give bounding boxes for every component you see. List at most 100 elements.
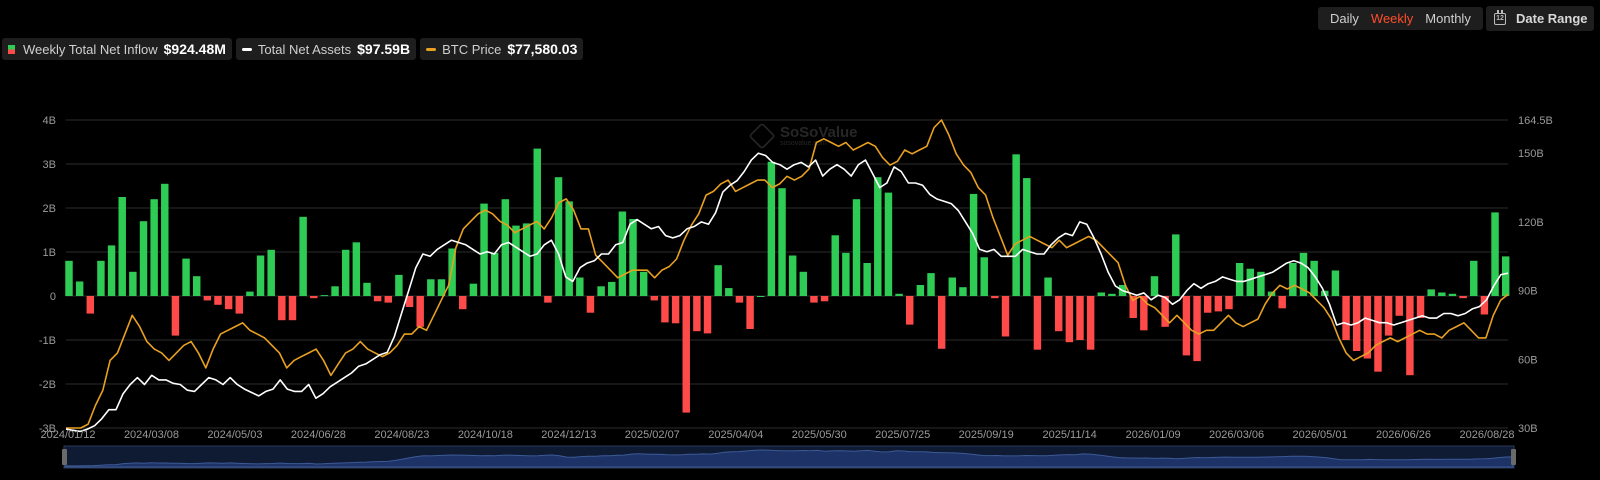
y-left-tick-label: 1B: [43, 247, 56, 259]
inflow-bar: [1033, 296, 1042, 350]
inflow-bar: [820, 296, 829, 302]
inflow-bar: [1448, 293, 1457, 296]
y-left-tick-label: 0: [50, 291, 56, 303]
inflow-bar: [948, 277, 957, 296]
inflow-bar: [852, 199, 861, 296]
inflow-bar: [459, 296, 467, 310]
x-tick-label: 2025/11/14: [1043, 429, 1097, 441]
inflow-bar: [267, 249, 275, 296]
inflow-bar: [373, 296, 382, 302]
inflow-bar: [1012, 154, 1020, 296]
inflow-bar: [1108, 293, 1116, 296]
inflow-bar: [544, 296, 552, 303]
inflow-bar: [1097, 292, 1106, 296]
inflow-bar: [597, 286, 605, 296]
inflow-bar: [618, 211, 627, 296]
inflow-bar: [224, 296, 233, 310]
inflow-bar: [86, 296, 95, 314]
y-right-tick-label: 150B: [1518, 148, 1544, 160]
inflow-bar: [192, 276, 201, 296]
inflow-bar: [799, 271, 808, 296]
inflow-bar: [310, 296, 318, 299]
inflow-bar: [927, 273, 935, 296]
inflow-bar: [1235, 263, 1244, 296]
inflow-bar: [278, 296, 286, 321]
x-tick-label: 2025/04/04: [708, 429, 763, 441]
inflow-bar: [1001, 296, 1010, 337]
inflow-bar: [363, 282, 371, 296]
inflow-bar: [959, 287, 967, 296]
inflow-bar: [150, 199, 158, 296]
inflow-bar: [1278, 296, 1286, 309]
inflow-bar: [1342, 296, 1350, 340]
inflow-bar: [214, 296, 222, 305]
inflow-bar: [490, 252, 499, 296]
inflow-bar: [703, 296, 712, 334]
inflow-bar: [980, 257, 988, 296]
inflow-bar: [1086, 296, 1095, 350]
x-tick-label: 2025/05/30: [792, 429, 847, 441]
inflow-bar: [1076, 296, 1084, 340]
inflow-bar: [608, 281, 616, 296]
inflow-bar: [1374, 296, 1382, 372]
inflow-bar: [171, 296, 180, 336]
inflow-bar: [118, 197, 126, 296]
x-tick-label: 2024/08/23: [374, 429, 429, 441]
y-left-tick-label: -2B: [39, 379, 56, 391]
inflow-bar: [576, 277, 584, 296]
inflow-bar: [1331, 270, 1340, 296]
inflow-bar: [788, 255, 797, 296]
inflow-bar: [235, 296, 243, 314]
x-tick-label: 2024/03/08: [124, 429, 179, 441]
inflow-bar: [65, 260, 73, 296]
navigator-right-handle: [1511, 449, 1516, 465]
inflow-bar: [320, 295, 329, 297]
inflow-bar: [863, 263, 871, 296]
inflow-bar: [991, 296, 999, 299]
inflow-bar: [767, 161, 776, 296]
inflow-bar: [341, 249, 350, 296]
inflow-bar: [1246, 268, 1254, 296]
inflow-bar: [639, 271, 648, 296]
inflow-bar: [884, 192, 893, 296]
y-right-tick-label: 30B: [1518, 423, 1538, 435]
inflow-bar: [416, 296, 424, 327]
x-tick-label: 2024/05/03: [207, 429, 262, 441]
inflow-bar: [256, 255, 265, 296]
inflow-bar: [182, 258, 190, 296]
inflow-bar: [671, 296, 680, 324]
y-right-tick-label: 60B: [1518, 354, 1538, 366]
inflow-bar: [1172, 234, 1180, 296]
inflow-bar: [1438, 292, 1446, 296]
inflow-bar: [1470, 260, 1478, 296]
inflow-bar: [1427, 289, 1435, 296]
inflow-bar: [895, 293, 903, 296]
inflow-bar: [554, 177, 563, 296]
inflow-bar: [395, 274, 403, 296]
inflow-bar: [1416, 296, 1425, 318]
inflow-bar: [1065, 296, 1074, 343]
inflow-bar: [905, 296, 914, 325]
inflow-bar: [874, 177, 882, 296]
inflow-bar: [1459, 296, 1467, 299]
inflow-bar: [565, 201, 573, 296]
inflow-bar: [512, 225, 520, 296]
inflow-bar: [735, 296, 744, 303]
net-inflow-chart: 4B3B2B1B0-1B-2B-3B164.5B150B120B90B60B30…: [39, 115, 1553, 469]
inflow-bar: [1150, 276, 1159, 296]
inflow-bar: [299, 216, 307, 296]
y-right-tick-label: 164.5B: [1518, 115, 1553, 127]
inflow-bar: [107, 245, 116, 296]
x-tick-label: 2024/06/28: [291, 429, 346, 441]
y-right-tick-label: 90B: [1518, 286, 1538, 298]
inflow-bar: [331, 286, 339, 296]
inflow-bar: [288, 296, 297, 321]
inflow-bar: [725, 288, 733, 296]
inflow-bar: [1501, 256, 1510, 296]
y-right-tick-label: 120B: [1518, 217, 1544, 229]
inflow-bar: [1363, 296, 1372, 359]
inflow-bar: [746, 296, 754, 329]
inflow-bar: [661, 296, 669, 323]
inflow-bar: [97, 260, 105, 296]
inflow-bar: [1289, 263, 1297, 296]
